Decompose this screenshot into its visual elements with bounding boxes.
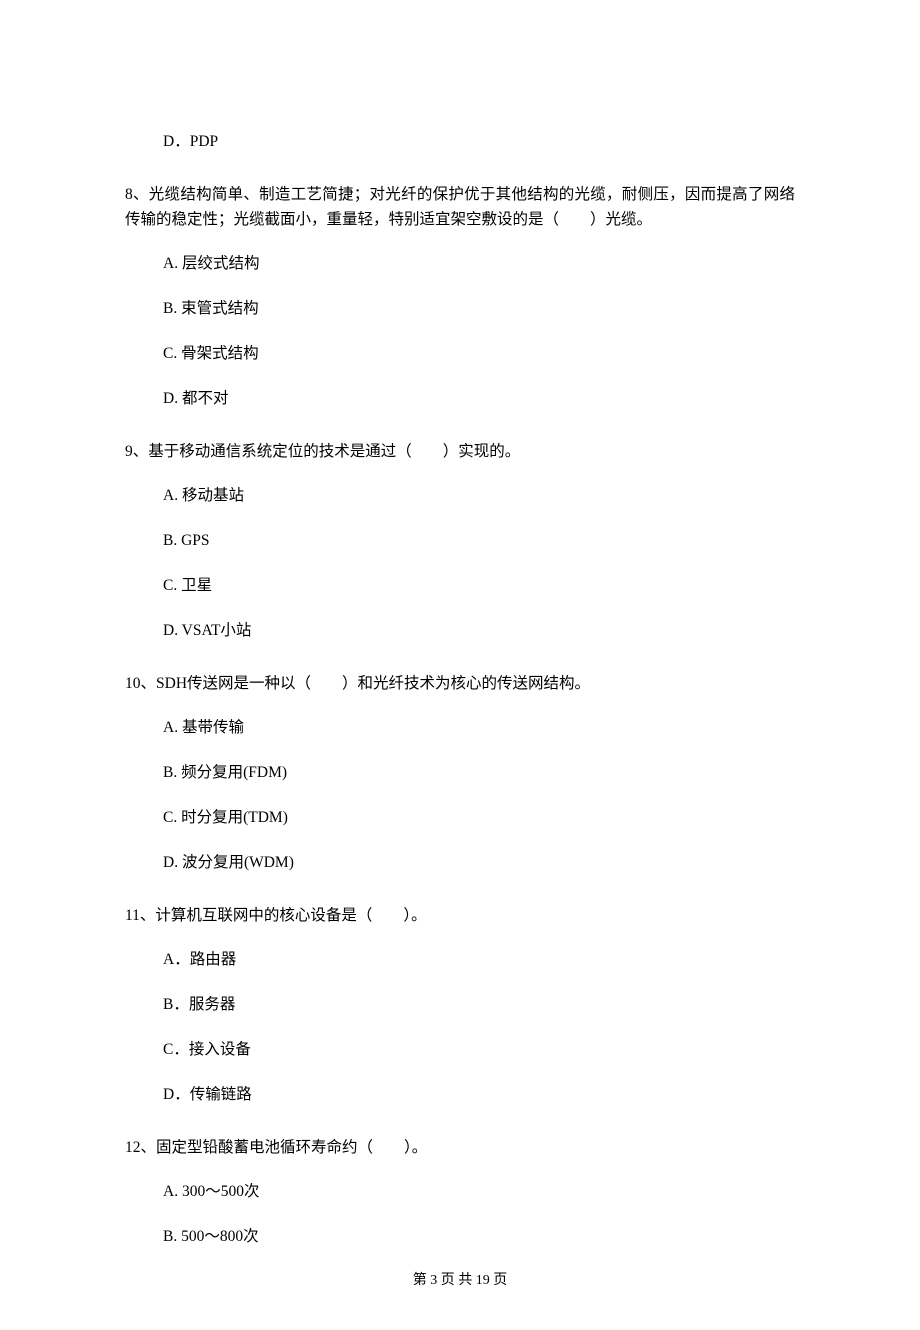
question-11-option-b: B．服务器 (163, 993, 795, 1018)
question-11-option-d: D．传输链路 (163, 1083, 795, 1108)
question-12: 12、固定型铅酸蓄电池循环寿命约（ ）。 (125, 1136, 795, 1161)
question-9-option-d: D. VSAT小站 (163, 619, 795, 644)
question-10: 10、SDH传送网是一种以（ ）和光纤技术为核心的传送网结构。 (125, 672, 795, 697)
page-container: D．PDP 8、光缆结构简单、制造工艺简捷；对光纤的保护优于其他结构的光缆，耐侧… (0, 0, 920, 1330)
question-11-option-c: C．接入设备 (163, 1038, 795, 1063)
question-9-option-a: A. 移动基站 (163, 484, 795, 509)
page-footer: 第 3 页 共 19 页 (0, 1270, 920, 1292)
question-8-option-b: B. 束管式结构 (163, 297, 795, 322)
question-11: 11、计算机互联网中的核心设备是（ ）。 (125, 904, 795, 929)
question-8: 8、光缆结构简单、制造工艺简捷；对光纤的保护优于其他结构的光缆，耐侧压，因而提高… (125, 183, 795, 233)
question-8-option-d: D. 都不对 (163, 387, 795, 412)
question-10-option-b: B. 频分复用(FDM) (163, 761, 795, 786)
question-10-option-a: A. 基带传输 (163, 716, 795, 741)
question-8-option-c: C. 骨架式结构 (163, 342, 795, 367)
question-9: 9、基于移动通信系统定位的技术是通过（ ）实现的。 (125, 440, 795, 465)
question-9-option-b: B. GPS (163, 529, 795, 554)
question-11-option-a: A．路由器 (163, 948, 795, 973)
question-12-option-b: B. 500～800次 (163, 1225, 795, 1250)
question-8-option-a: A. 层绞式结构 (163, 252, 795, 277)
question-10-option-c: C. 时分复用(TDM) (163, 806, 795, 831)
question-10-option-d: D. 波分复用(WDM) (163, 851, 795, 876)
option-d-pdp: D．PDP (163, 130, 795, 155)
question-9-option-c: C. 卫星 (163, 574, 795, 599)
question-12-option-a: A. 300～500次 (163, 1180, 795, 1205)
